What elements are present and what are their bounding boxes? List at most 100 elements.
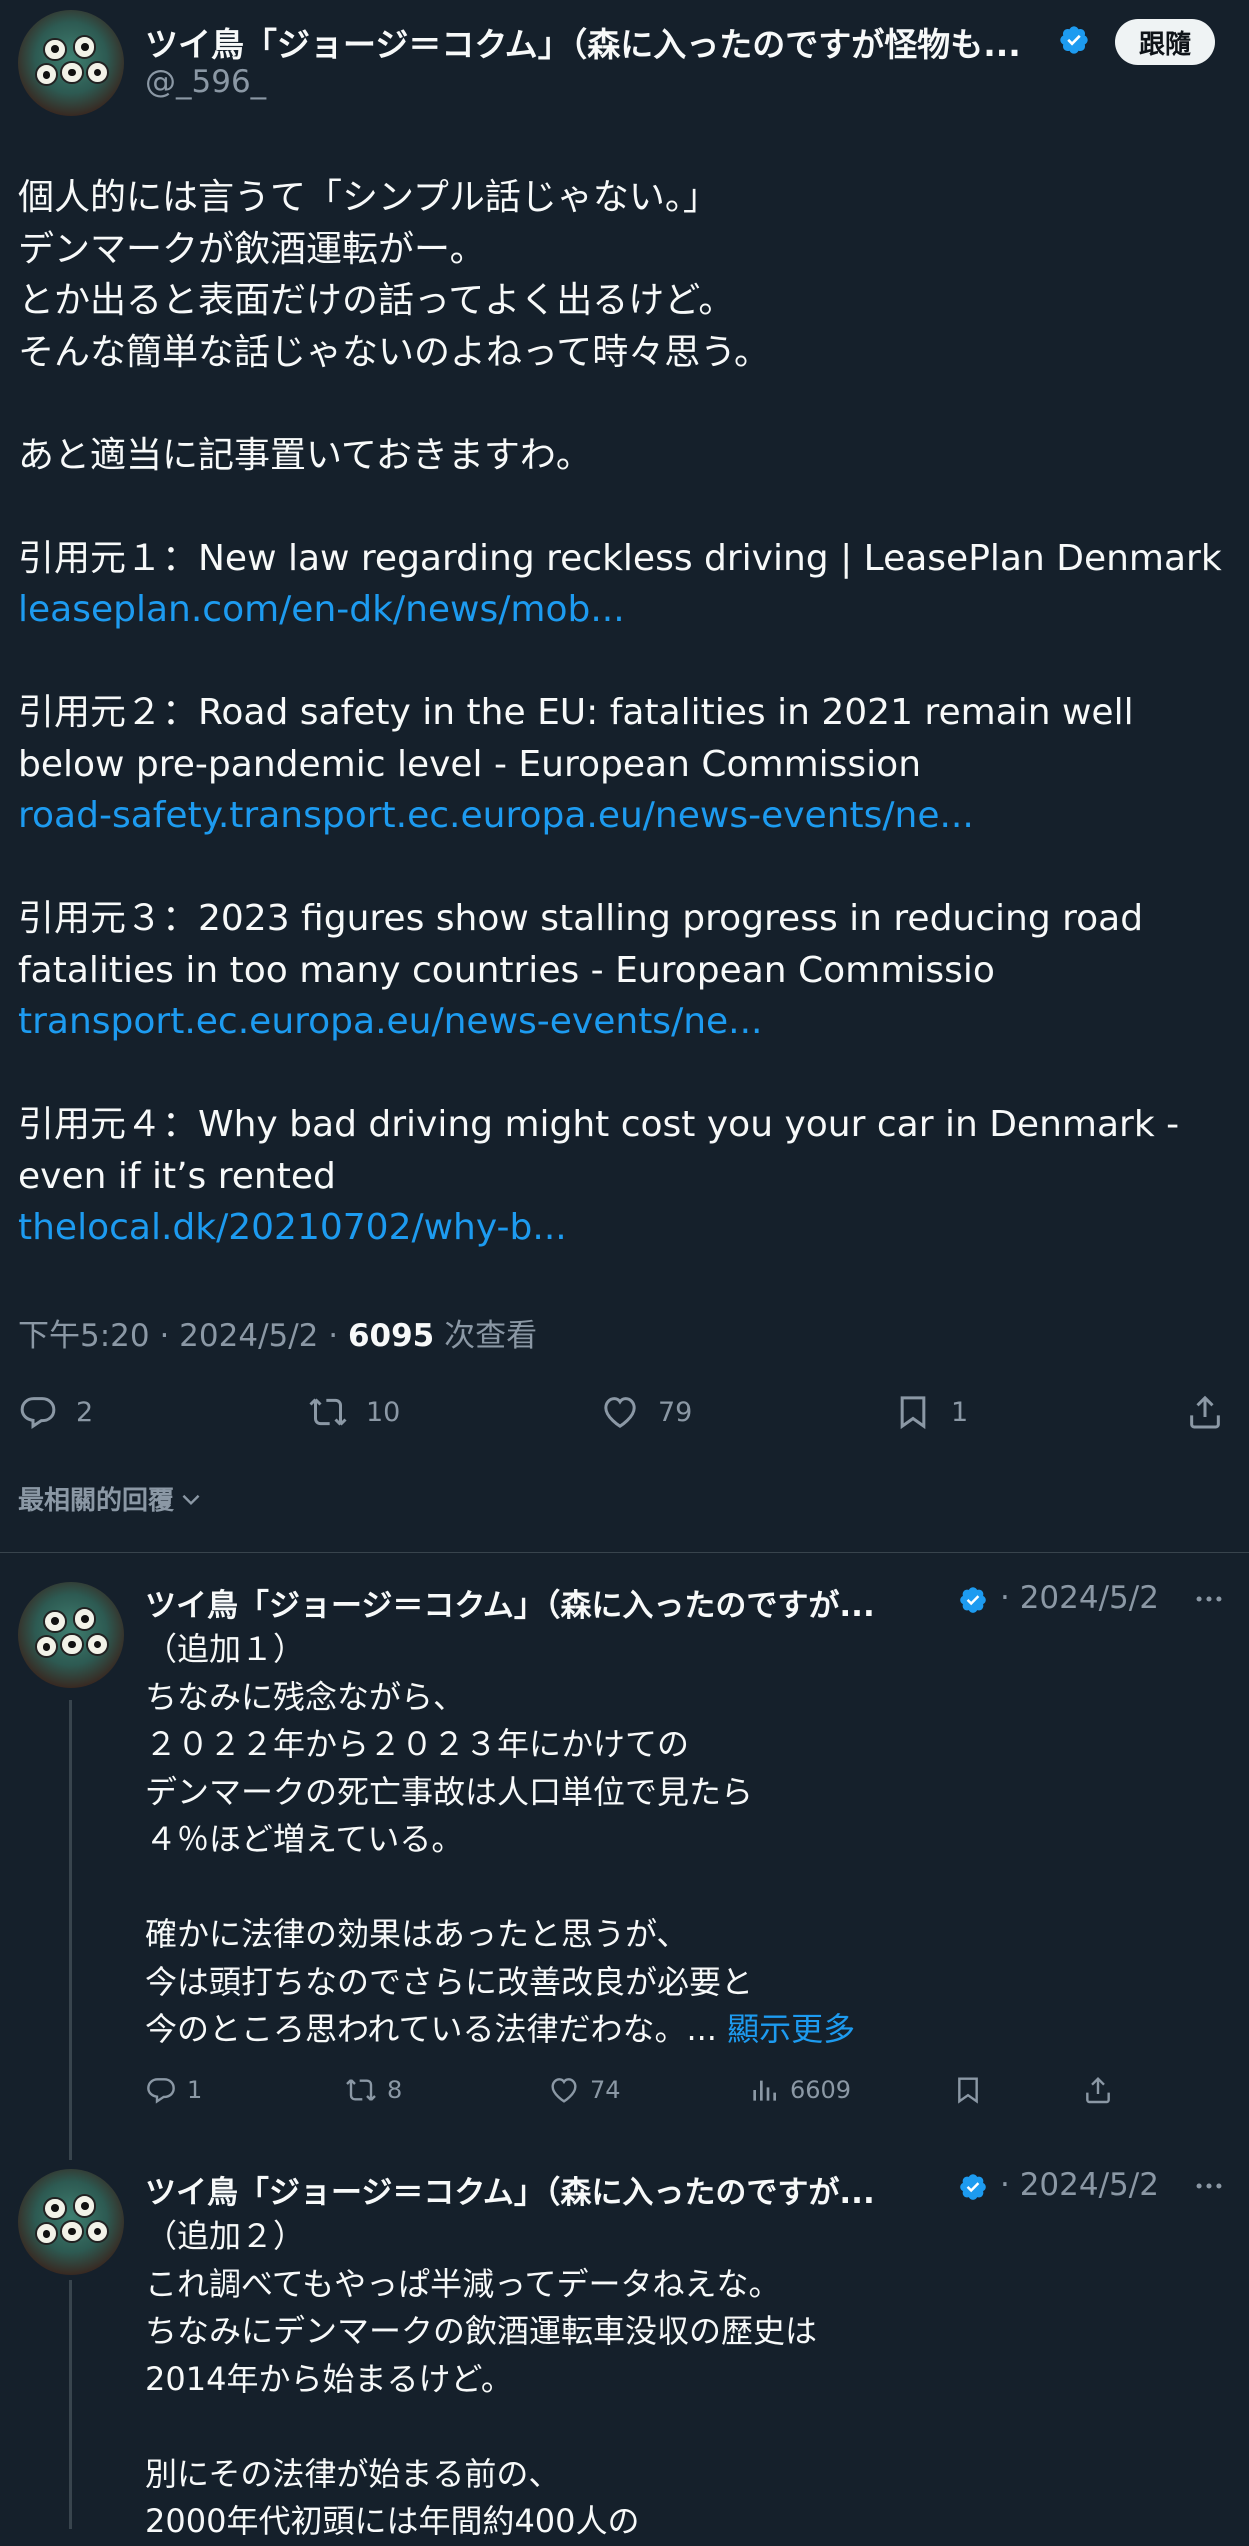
reply-action-bar: 1 8 74 6609 xyxy=(0,2070,1249,2110)
tweet-detail-page: ツイ鳥「ジョージ＝コクム」（森に入ったのですが怪物も... @_596_ 跟隨 … xyxy=(0,0,1249,2540)
more-options-icon[interactable] xyxy=(1192,2169,1226,2203)
tweet-meta: 下午5:20 · 2024/5/2 · 6095 次查看 xyxy=(18,1310,537,1355)
reply-text-line: 今は頭打ちなのでさらに改善改良が必要と xyxy=(145,1962,754,2001)
citation-1-link[interactable]: leaseplan.com/en-dk/news/mob... xyxy=(18,584,1233,636)
reply-button[interactable]: 2 xyxy=(18,1382,93,1442)
tweet-text-line: デンマークが飲酒運転がー。 xyxy=(18,228,486,270)
retweet-icon xyxy=(346,2079,376,2101)
avatar-eye-icon xyxy=(73,2194,97,2218)
reply-icon xyxy=(147,2078,175,2104)
reply-text-line: ちなみにデンマークの飲酒運転車没収の歴史は xyxy=(145,2312,818,2350)
reply-date[interactable]: · 2024/5/2 xyxy=(1000,1580,1159,1616)
reply-text-line: ２０２２年から２０２３年にかけての xyxy=(145,1725,690,1763)
bookmark-icon xyxy=(900,1396,926,1430)
tweet-text-line: あと適当に記事置いておきますわ。 xyxy=(18,434,592,476)
share-button[interactable] xyxy=(1082,2070,1124,2110)
retweet-icon xyxy=(309,1398,347,1426)
bookmark-icon xyxy=(958,2077,978,2104)
heart-icon xyxy=(604,1397,636,1428)
reply-count: 2 xyxy=(76,1396,94,1428)
thread-line xyxy=(69,2280,72,2529)
avatar[interactable] xyxy=(18,10,124,116)
verified-badge-icon xyxy=(960,1587,986,1613)
like-button[interactable]: 79 xyxy=(600,1382,692,1442)
citation-2-link[interactable]: road-safety.transport.ec.europa.eu/news-… xyxy=(18,790,1233,842)
avatar-eye-icon xyxy=(73,1607,97,1631)
avatar-eye-icon xyxy=(60,60,84,85)
reply-text-line: 2000年代初頭には年間約400人の xyxy=(145,2502,640,2540)
retweet-button[interactable]: 8 xyxy=(345,2070,402,2110)
reply-text-line: ４％ほど増えている。 xyxy=(145,1820,464,1858)
author-name[interactable]: ツイ鳥「ジョージ＝コクム」（森に入ったのですが怪物も... xyxy=(145,18,1021,66)
author-handle[interactable]: @_596_ xyxy=(145,64,266,100)
reply-date[interactable]: · 2024/5/2 xyxy=(1000,2167,1159,2203)
tweet-action-bar: 2 10 79 1 xyxy=(0,1382,1249,1442)
share-button[interactable] xyxy=(1185,1382,1243,1442)
like-count: 79 xyxy=(658,1396,693,1428)
bookmark-button[interactable] xyxy=(952,2070,994,2110)
tweet-text-line: 個人的には言うて「シンプル話じゃない。」 xyxy=(18,177,719,218)
chevron-down-icon xyxy=(182,1494,200,1505)
sort-replies-dropdown[interactable]: 最相關的回覆 xyxy=(18,1480,204,1517)
avatar-eye-icon xyxy=(34,2222,59,2246)
avatar-eye-icon xyxy=(73,35,97,59)
tweet-text-line: とか出ると表面だけの話ってよく出るけど。 xyxy=(18,280,735,321)
like-count: 74 xyxy=(590,2076,621,2104)
avatar-eye-icon xyxy=(85,2219,110,2244)
show-more-link[interactable]: 顯示更多 xyxy=(727,2010,855,2048)
tweet-text-line: そんな簡単な話じゃないのよねって時々思う。 xyxy=(18,331,771,373)
citation-1-text: 引用元１：New law regarding reckless driving … xyxy=(18,537,1222,579)
reply-text-line: ちなみに残念ながら、 xyxy=(145,1677,466,1716)
view-count: 6095 xyxy=(347,1318,435,1354)
avatar-eye-icon xyxy=(85,60,110,85)
tweet-text: 個人的には言うて「シンプル話じゃない。」 デンマークが飲酒運転がー。 とか出ると… xyxy=(18,172,1233,1254)
retweet-count: 10 xyxy=(366,1396,401,1428)
reply-icon xyxy=(20,1397,56,1429)
author-name[interactable]: ツイ鳥「ジョージ＝コクム」（森に入ったのですが... xyxy=(145,2167,875,2212)
reply-text-line: 今のところ思われている法律だわな。... xyxy=(145,2010,728,2048)
reply-text: （追加１） ちなみに残念ながら、 ２０２２年から２０２３年にかけての デンマーク… xyxy=(145,1626,1225,2054)
view-count-label: 次查看 xyxy=(434,1318,538,1354)
avatar-eye-icon xyxy=(43,1609,67,1633)
reply-text-line: 確かに法律の効果はあったと思うが、 xyxy=(145,1915,689,1953)
citation-3-text: 引用元３：2023 figures show stalling progress… xyxy=(18,898,1155,991)
bookmark-button[interactable]: 1 xyxy=(893,1382,968,1442)
reply-text-line: （追加２） xyxy=(145,2217,306,2255)
reply-button[interactable]: 1 xyxy=(145,2070,202,2110)
avatar-eye-icon xyxy=(85,1632,110,1657)
avatar-eye-icon xyxy=(60,1632,84,1657)
avatar-eye-icon xyxy=(34,63,59,87)
sort-label: 最相關的回覆 xyxy=(18,1486,175,1516)
tweet-timestamp[interactable]: 下午5:20 · 2024/5/2 · xyxy=(18,1318,348,1354)
share-icon xyxy=(1086,2076,1110,2104)
avatar[interactable] xyxy=(18,2169,124,2275)
avatar-eye-icon xyxy=(43,37,67,61)
more-options-icon[interactable] xyxy=(1192,1582,1226,1616)
citation-4-link[interactable]: thelocal.dk/20210702/why-b... xyxy=(18,1202,1233,1254)
bookmark-count: 1 xyxy=(951,1396,969,1428)
follow-button[interactable]: 跟隨 xyxy=(1115,19,1215,65)
main-tweet-header: ツイ鳥「ジョージ＝コクム」（森に入ったのですが怪物も... @_596_ 跟隨 xyxy=(0,0,1249,120)
views-button[interactable]: 6609 xyxy=(748,2070,851,2110)
reply-text-line: 別にその法律が始まる前の、 xyxy=(145,2454,561,2493)
reply-text: （追加２） これ調べてもやっぱ半減ってデータねえな。 ちなみにデンマークの飲酒運… xyxy=(145,2213,1225,2546)
author-name[interactable]: ツイ鳥「ジョージ＝コクム」（森に入ったのですが... xyxy=(145,1580,875,1625)
reply-count: 1 xyxy=(187,2076,203,2104)
avatar-eye-icon xyxy=(60,2219,84,2244)
reply-text-line: 2014年から始まるけど。 xyxy=(145,2359,513,2398)
retweet-count: 8 xyxy=(387,2076,403,2104)
view-count: 6609 xyxy=(790,2076,852,2104)
citation-4-text: 引用元４：Why bad driving might cost you your… xyxy=(18,1104,1191,1197)
citation-2-text: 引用元２：Road safety in the EU: fatalities i… xyxy=(18,692,1146,785)
reply-text-line: デンマークの死亡事故は人口単位で見たら xyxy=(145,1772,754,1811)
share-icon xyxy=(1190,1395,1220,1429)
avatar-eye-icon xyxy=(43,2196,67,2220)
citation-3-link[interactable]: transport.ec.europa.eu/news-events/ne... xyxy=(18,996,1233,1048)
like-button[interactable]: 74 xyxy=(548,2070,621,2110)
avatar[interactable] xyxy=(18,1582,124,1688)
divider xyxy=(0,1552,1249,1553)
retweet-button[interactable]: 10 xyxy=(308,1382,400,1442)
reply-text-line: これ調べてもやっぱ半減ってデータねえな。 xyxy=(145,2264,781,2303)
heart-icon xyxy=(551,2078,577,2103)
verified-badge-icon xyxy=(1060,26,1088,54)
